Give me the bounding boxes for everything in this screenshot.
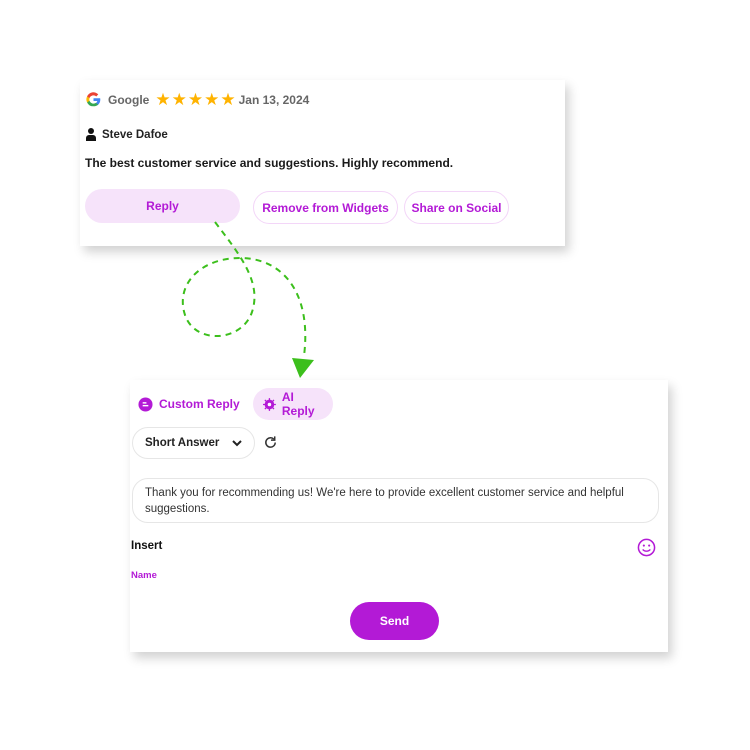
tab-custom-reply[interactable]: Custom Reply [128,388,250,420]
tab-ai-reply[interactable]: AI Reply [253,388,333,420]
chip-icon [263,397,276,411]
tab-label: AI Reply [281,390,315,418]
insert-label: Insert [131,540,163,552]
reply-textarea[interactable]: Thank you for recommending us! We're her… [132,478,659,523]
chevron-down-icon [232,439,242,446]
send-button[interactable]: Send [350,602,439,640]
refresh-icon[interactable] [263,435,278,450]
emoji-icon[interactable] [637,538,656,557]
tab-label: Custom Reply [159,397,240,411]
reply-panel: Custom Reply AI Reply Short Answer Thank… [130,380,668,652]
insert-name-tag[interactable]: Name [131,570,157,581]
arrowhead-icon [292,358,314,378]
length-select[interactable]: Short Answer [132,427,255,459]
select-value: Short Answer [145,437,220,449]
chat-icon [138,396,153,412]
